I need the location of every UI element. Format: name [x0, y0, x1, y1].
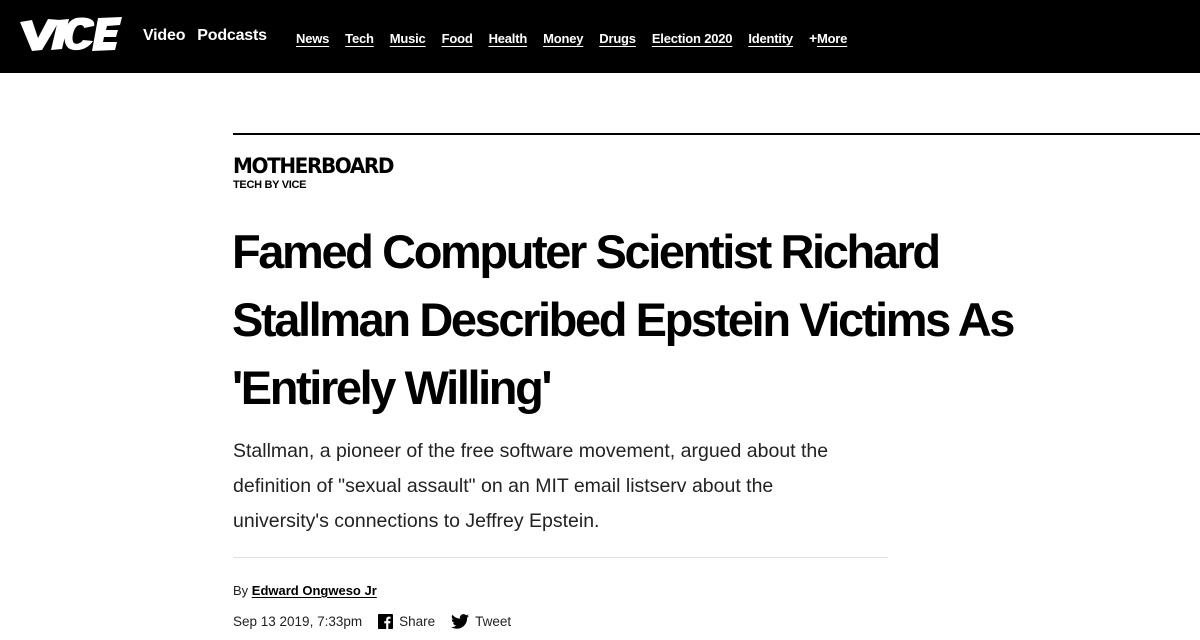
nav-election-2020[interactable]: Election 2020 — [652, 31, 733, 46]
headline-line: Famed Computer Scientist Richard — [232, 225, 941, 278]
twitter-icon — [451, 614, 470, 629]
twitter-share-button[interactable]: Tweet — [451, 614, 511, 629]
facebook-share-button[interactable]: Share — [378, 614, 435, 629]
primary-nav: Video Podcasts — [143, 27, 279, 45]
article-dek: Stallman, a pioneer of the free software… — [233, 434, 893, 539]
nav-drugs[interactable]: Drugs — [599, 31, 636, 46]
nav-more-label[interactable]: More — [817, 31, 847, 46]
nav-identity[interactable]: Identity — [748, 31, 793, 46]
section-rule — [233, 133, 1200, 135]
nav-music[interactable]: Music — [390, 31, 426, 46]
nav-money[interactable]: Money — [543, 31, 583, 46]
publish-date: Sep 13 2019, 7:33pm — [233, 614, 363, 629]
plus-icon: + — [808, 30, 817, 46]
article-meta: Sep 13 2019, 7:33pm Share Tweet — [233, 614, 527, 629]
site-header: Video Podcasts News Tech Music Food Heal… — [0, 0, 1200, 73]
section-name[interactable]: MOTHERBOARD — [233, 153, 395, 178]
dek-line: definition of "sexual assault" on an MIT… — [233, 475, 774, 497]
vice-logo[interactable] — [18, 14, 124, 56]
byline: By Edward Ongweso Jr — [233, 583, 377, 598]
nav-podcasts[interactable]: Podcasts — [197, 27, 267, 45]
facebook-icon — [378, 614, 394, 629]
nav-health[interactable]: Health — [489, 31, 528, 46]
tweet-label: Tweet — [475, 614, 512, 629]
article-headline: Famed Computer Scientist Richard Stallma… — [232, 218, 1182, 422]
nav-video[interactable]: Video — [143, 27, 185, 45]
share-label: Share — [399, 614, 436, 629]
dek-line: university's connections to Jeffrey Epst… — [233, 510, 600, 532]
nav-tech[interactable]: Tech — [345, 31, 374, 46]
by-label: By — [233, 583, 249, 598]
headline-line: Stallman Described Epstein Victims As — [232, 293, 1015, 346]
divider — [233, 557, 888, 558]
nav-food[interactable]: Food — [442, 31, 473, 46]
nav-news[interactable]: News — [296, 31, 329, 46]
headline-line: 'Entirely Willing' — [232, 361, 553, 414]
dek-line: Stallman, a pioneer of the free software… — [233, 440, 829, 462]
author-link[interactable]: Edward Ongweso Jr — [252, 583, 377, 598]
nav-more[interactable]: + More — [809, 30, 847, 46]
secondary-nav: News Tech Music Food Health Money Drugs … — [296, 30, 847, 46]
section-subtitle: TECH BY VICE — [233, 179, 307, 191]
